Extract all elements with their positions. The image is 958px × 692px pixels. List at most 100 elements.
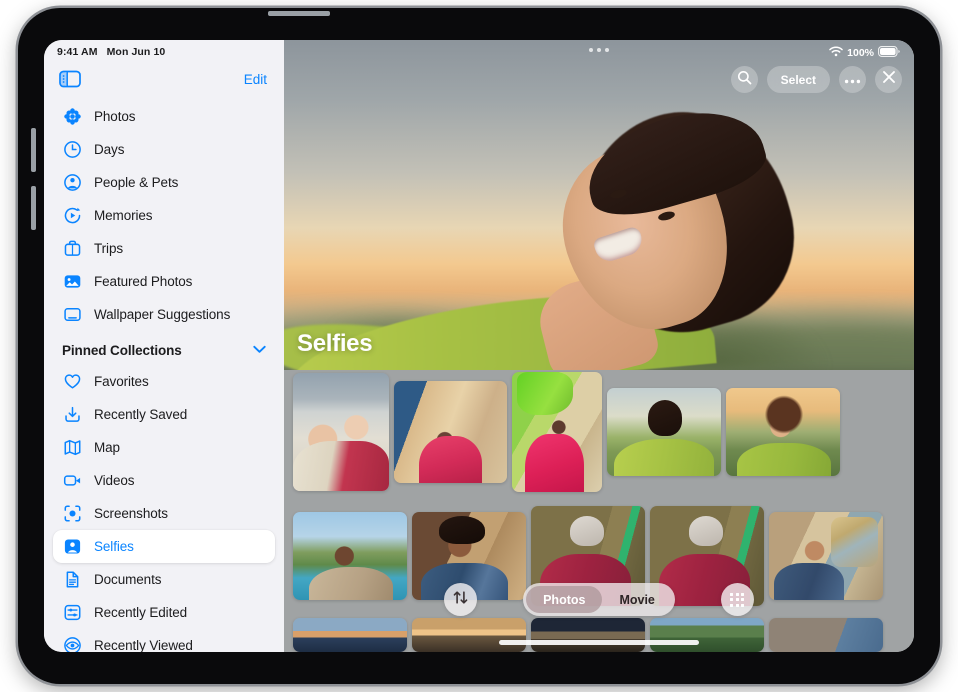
wifi-icon bbox=[829, 46, 843, 60]
sliders-icon bbox=[62, 603, 82, 623]
thumbnail-man-poolside-selfie[interactable] bbox=[293, 512, 407, 600]
selfie-person-icon bbox=[62, 537, 82, 557]
map-icon bbox=[62, 438, 82, 458]
sidebar-item-label: Trips bbox=[94, 241, 123, 256]
battery-full-icon bbox=[878, 46, 900, 60]
wallpaper-icon bbox=[62, 305, 82, 325]
hero-status-indicators: 100% bbox=[829, 46, 900, 60]
sidebar-main-list: Photos Days bbox=[44, 98, 284, 652]
sidebar-item-label: Favorites bbox=[94, 374, 149, 389]
sidebar-item-label: Map bbox=[94, 440, 120, 455]
sidebar-item-wallpaper-suggestions[interactable]: Wallpaper Suggestions bbox=[53, 298, 275, 331]
video-camera-icon bbox=[62, 471, 82, 491]
ipad-device-frame: 9:41 AM Mon Jun 10 Edit bbox=[18, 8, 940, 684]
photo-grid-row bbox=[284, 618, 914, 652]
sidebar: 9:41 AM Mon Jun 10 Edit bbox=[44, 40, 284, 652]
suitcase-icon bbox=[62, 239, 82, 259]
search-icon bbox=[737, 70, 752, 90]
sidebar-item-documents[interactable]: Documents bbox=[53, 563, 275, 596]
thumbnail-person-curly-hair-green-selfie[interactable] bbox=[726, 388, 840, 476]
grid-view-button[interactable] bbox=[721, 583, 754, 616]
memories-play-icon bbox=[62, 206, 82, 226]
download-box-icon bbox=[62, 405, 82, 425]
thumbnail-woman-pink-top-canyon-selfie[interactable] bbox=[394, 381, 507, 483]
photo-grid[interactable]: Photos Movie bbox=[284, 370, 914, 652]
sidebar-item-people-pets[interactable]: People & Pets bbox=[53, 166, 275, 199]
home-indicator[interactable] bbox=[499, 640, 699, 645]
thumbnail-dark-interior-thumb[interactable] bbox=[531, 618, 645, 652]
status-bar: 9:41 AM Mon Jun 10 bbox=[44, 40, 284, 60]
sidebar-item-recently-edited[interactable]: Recently Edited bbox=[53, 596, 275, 629]
edit-button[interactable]: Edit bbox=[244, 72, 267, 87]
power-button[interactable] bbox=[268, 11, 330, 16]
sidebar-item-days[interactable]: Days bbox=[53, 133, 275, 166]
sidebar-item-label: Selfies bbox=[94, 539, 134, 554]
pinned-collections-header[interactable]: Pinned Collections bbox=[53, 335, 275, 365]
segment-movie[interactable]: Movie bbox=[602, 586, 671, 613]
sidebar-item-memories[interactable]: Memories bbox=[53, 199, 275, 232]
sidebar-item-recently-saved[interactable]: Recently Saved bbox=[53, 398, 275, 431]
sidebar-item-label: Recently Viewed bbox=[94, 638, 193, 652]
sidebar-item-featured-photos[interactable]: Featured Photos bbox=[53, 265, 275, 298]
sidebar-item-label: People & Pets bbox=[94, 175, 178, 190]
sidebar-toggle-icon[interactable] bbox=[59, 70, 81, 88]
multitasking-dots-icon[interactable] bbox=[589, 48, 609, 52]
sidebar-item-label: Recently Edited bbox=[94, 605, 187, 620]
sidebar-item-videos[interactable]: Videos bbox=[53, 464, 275, 497]
chevron-down-icon[interactable] bbox=[253, 341, 266, 359]
hero-toolbar: Select bbox=[731, 66, 902, 93]
thumbnail-rock-cliff-thumb[interactable] bbox=[769, 618, 883, 652]
sidebar-item-label: Videos bbox=[94, 473, 134, 488]
sidebar-item-label: Screenshots bbox=[94, 506, 168, 521]
battery-percent-label: 100% bbox=[847, 47, 874, 59]
close-x-icon bbox=[882, 70, 896, 89]
thumbnail-woman-green-top-field-selfie[interactable] bbox=[607, 388, 721, 476]
more-options-button[interactable] bbox=[839, 66, 866, 93]
segment-photos[interactable]: Photos bbox=[526, 586, 602, 613]
sidebar-item-selfies[interactable]: Selfies bbox=[53, 530, 275, 563]
sidebar-item-favorites[interactable]: Favorites bbox=[53, 365, 275, 398]
search-button[interactable] bbox=[731, 66, 758, 93]
sidebar-item-label: Wallpaper Suggestions bbox=[94, 307, 230, 322]
sidebar-item-label: Featured Photos bbox=[94, 274, 192, 289]
sidebar-item-label: Recently Saved bbox=[94, 407, 187, 422]
ipad-screen: 9:41 AM Mon Jun 10 Edit bbox=[44, 40, 914, 652]
sidebar-header: Edit bbox=[44, 60, 284, 98]
status-date: Mon Jun 10 bbox=[107, 46, 166, 58]
sidebar-item-label: Photos bbox=[94, 109, 135, 124]
volume-up-button[interactable] bbox=[31, 128, 36, 172]
volume-down-button[interactable] bbox=[31, 186, 36, 230]
person-circle-icon bbox=[62, 173, 82, 193]
grid-view-icon bbox=[730, 593, 744, 607]
sort-arrows-icon bbox=[452, 589, 469, 611]
view-mode-segmented-control: Photos Movie bbox=[523, 583, 675, 616]
sidebar-item-label: Days bbox=[94, 142, 124, 157]
clock-icon bbox=[62, 140, 82, 160]
thumbnail-cactus-garden-thumb[interactable] bbox=[650, 618, 764, 652]
sort-button[interactable] bbox=[444, 583, 477, 616]
thumbnail-woman-green-bag-selfie[interactable] bbox=[512, 372, 602, 492]
thumbnail-two-older-people-selfie[interactable] bbox=[293, 373, 389, 491]
sidebar-item-screenshots[interactable]: Screenshots bbox=[53, 497, 275, 530]
main-content: 100% bbox=[284, 40, 914, 652]
status-time: 9:41 AM bbox=[57, 46, 98, 58]
sidebar-item-label: Documents bbox=[94, 572, 161, 587]
ellipsis-icon bbox=[844, 71, 861, 89]
screenshot-icon bbox=[62, 504, 82, 524]
thumbnail-sunset-portrait-thumb[interactable] bbox=[412, 618, 526, 652]
photo-frame-icon bbox=[62, 272, 82, 292]
thumbnail-man-gold-mirror-selfie[interactable] bbox=[769, 512, 883, 600]
sidebar-item-label: Memories bbox=[94, 208, 152, 223]
sidebar-item-trips[interactable]: Trips bbox=[53, 232, 275, 265]
sidebar-item-map[interactable]: Map bbox=[53, 431, 275, 464]
sidebar-item-photos[interactable]: Photos bbox=[53, 100, 275, 133]
heart-icon bbox=[62, 372, 82, 392]
eye-icon bbox=[62, 636, 82, 653]
close-button[interactable] bbox=[875, 66, 902, 93]
thumbnail-sunset-landscape-thumb[interactable] bbox=[293, 618, 407, 652]
pinned-collections-title: Pinned Collections bbox=[62, 343, 182, 358]
select-button[interactable]: Select bbox=[767, 66, 830, 93]
document-icon bbox=[62, 570, 82, 590]
sidebar-item-recently-viewed[interactable]: Recently Viewed bbox=[53, 629, 275, 652]
hero-photo[interactable]: 100% bbox=[284, 40, 914, 370]
